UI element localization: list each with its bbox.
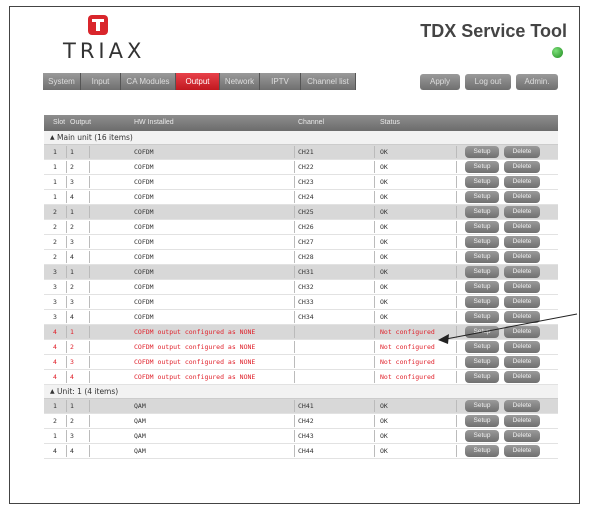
callout-arrow-icon [438,313,578,344]
